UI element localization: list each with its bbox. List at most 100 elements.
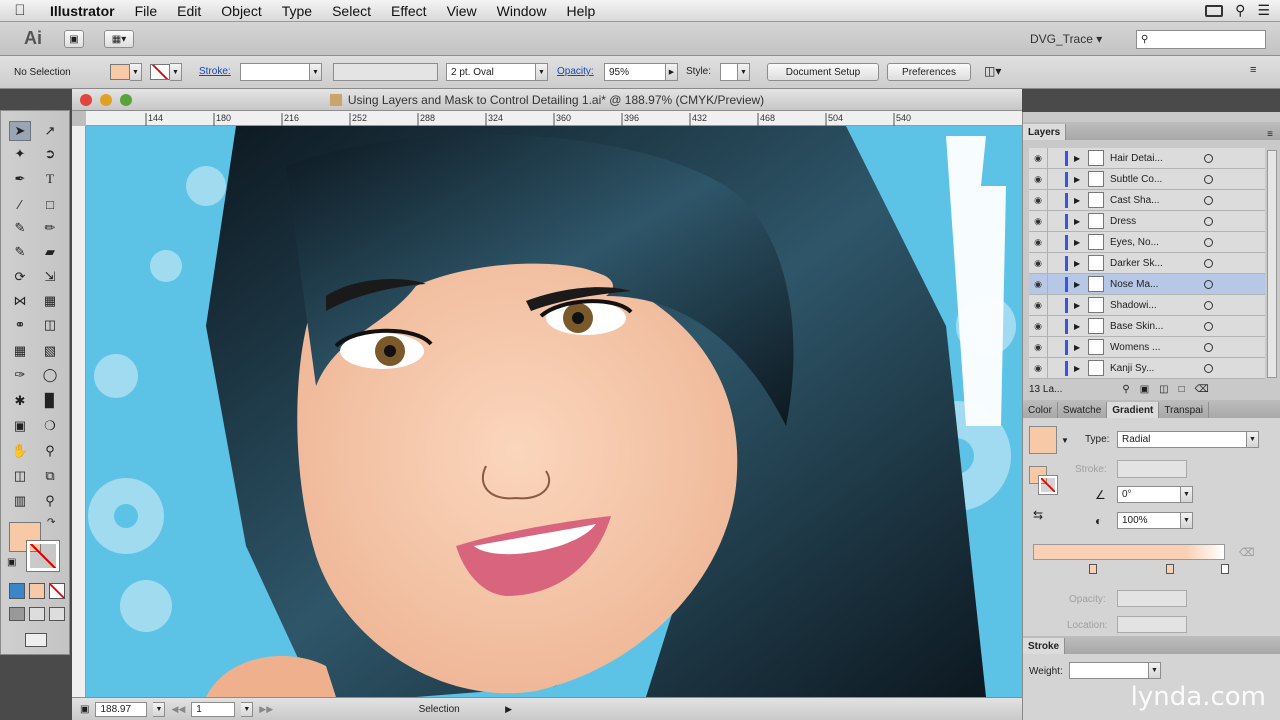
workspace-switcher[interactable]: DVG_Trace ▾: [1030, 32, 1102, 46]
mesh-tool-icon[interactable]: ▦: [9, 341, 31, 361]
stroke-dropdown[interactable]: ▼: [170, 63, 182, 81]
magic-wand-tool-icon[interactable]: ✦: [9, 144, 31, 164]
list-icon[interactable]: ☰: [1257, 2, 1270, 19]
expand-triangle-icon[interactable]: ▶: [1074, 301, 1084, 310]
gradient-stop-left[interactable]: [1089, 564, 1097, 574]
tab-stroke[interactable]: Stroke: [1023, 638, 1065, 654]
vertical-ruler[interactable]: [72, 126, 86, 697]
stroke-swatch[interactable]: [150, 64, 170, 80]
none-mode-button[interactable]: [49, 583, 65, 599]
stroke-weight-dropdown[interactable]: ▼: [310, 63, 322, 81]
stroke-color-swatch[interactable]: [27, 541, 59, 571]
symbol-sprayer-tool-icon[interactable]: ✱: [9, 391, 31, 411]
gradient-stroke-swatch[interactable]: [1039, 476, 1057, 494]
zoom-tool-icon[interactable]: ⚲: [39, 441, 61, 461]
visibility-eye-icon[interactable]: ◉: [1029, 216, 1047, 227]
panel-menu-icon[interactable]: ≡: [1250, 64, 1256, 76]
layer-row[interactable]: ◉▶Hair Detai...: [1029, 148, 1265, 169]
layer-name[interactable]: Hair Detai...: [1110, 153, 1198, 164]
gradient-stop-right[interactable]: [1221, 564, 1229, 574]
stroke-label[interactable]: Stroke:: [199, 66, 231, 77]
direct-selection-tool-icon[interactable]: ↗: [39, 121, 61, 141]
layer-target-icon[interactable]: [1204, 238, 1213, 247]
menu-object[interactable]: Object: [211, 3, 271, 19]
reverse-gradient-icon[interactable]: ⇆: [1033, 508, 1043, 522]
layer-name[interactable]: Eyes, No...: [1110, 237, 1198, 248]
lock-toggle[interactable]: [1047, 274, 1065, 295]
menu-app[interactable]: Illustrator: [40, 3, 125, 19]
selection-tool-icon[interactable]: ➤: [9, 121, 31, 141]
tab-gradient[interactable]: Gradient: [1107, 402, 1159, 418]
layer-row[interactable]: ◉▶Subtle Co...: [1029, 169, 1265, 190]
type-tool-icon[interactable]: T: [39, 169, 61, 189]
artboard-canvas[interactable]: [86, 126, 1022, 697]
apple-icon[interactable]: : [0, 2, 40, 19]
pen-tool-icon[interactable]: ✒: [9, 169, 31, 189]
screen-mode-icon[interactable]: [25, 633, 47, 647]
artboard-nav-last[interactable]: ▶▶: [259, 704, 273, 715]
gradient-type-dropdown[interactable]: ▼: [1247, 431, 1259, 448]
rotate-tool-icon[interactable]: ⟳: [9, 267, 31, 287]
transform-icon[interactable]: ◫▾: [984, 64, 1001, 78]
gradient-tool-icon[interactable]: ▧: [39, 341, 61, 361]
expand-triangle-icon[interactable]: ▶: [1074, 280, 1084, 289]
layer-name[interactable]: Nose Ma...: [1110, 279, 1198, 290]
close-button[interactable]: [80, 94, 92, 106]
expand-triangle-icon[interactable]: ▶: [1074, 364, 1084, 373]
layer-target-icon[interactable]: [1204, 175, 1213, 184]
default-colors-icon[interactable]: ▣: [7, 557, 16, 568]
zoom-button[interactable]: [120, 94, 132, 106]
brush-dropdown[interactable]: ▼: [536, 63, 548, 81]
column-graph-tool-icon[interactable]: ▉: [39, 391, 61, 411]
screen-icon[interactable]: [1205, 5, 1223, 17]
layer-target-icon[interactable]: [1204, 301, 1213, 310]
layer-target-icon[interactable]: [1204, 280, 1213, 289]
menu-file[interactable]: File: [125, 3, 168, 19]
expand-triangle-icon[interactable]: ▶: [1074, 259, 1084, 268]
help-search-input[interactable]: ⚲: [1136, 30, 1266, 49]
rectangle-tool-icon[interactable]: □: [39, 194, 61, 214]
zoom-tool-alt-icon[interactable]: ⚲: [39, 491, 61, 511]
new-sublayer-icon[interactable]: ◫: [1159, 384, 1168, 395]
lock-toggle[interactable]: [1047, 148, 1065, 169]
lock-toggle[interactable]: [1047, 211, 1065, 232]
fill-dropdown[interactable]: ▼: [130, 63, 142, 81]
menu-view[interactable]: View: [437, 3, 487, 19]
shape-builder-tool-icon[interactable]: ⚭: [9, 315, 31, 335]
line-tool-icon[interactable]: ∕: [9, 194, 31, 214]
draw-behind-icon[interactable]: [29, 607, 45, 621]
menu-select[interactable]: Select: [322, 3, 381, 19]
lock-toggle[interactable]: [1047, 169, 1065, 190]
gradient-mode-button[interactable]: [29, 583, 45, 599]
draw-normal-icon[interactable]: [9, 607, 25, 621]
layer-name[interactable]: Subtle Co...: [1110, 174, 1198, 185]
stop-opacity-field[interactable]: [1117, 590, 1187, 607]
layer-name[interactable]: Cast Sha...: [1110, 195, 1198, 206]
blend-tool-icon[interactable]: ◯: [39, 365, 61, 385]
layer-row[interactable]: ◉ ▶ Nose Ma...: [1029, 274, 1265, 295]
visibility-eye-icon[interactable]: ◉: [1029, 279, 1047, 290]
free-transform-tool-icon[interactable]: ▦: [39, 291, 61, 311]
paintbrush-tool-icon[interactable]: ✎: [9, 218, 31, 238]
expand-triangle-icon[interactable]: ▶: [1074, 238, 1084, 247]
layer-name[interactable]: Dress: [1110, 216, 1198, 227]
perspective-grid-tool-icon[interactable]: ◫: [39, 315, 61, 335]
layer-target-icon[interactable]: [1204, 364, 1213, 373]
menu-help[interactable]: Help: [556, 3, 605, 19]
brush-definition[interactable]: 2 pt. Oval: [446, 63, 536, 81]
draw-inside-icon[interactable]: [49, 607, 65, 621]
visibility-eye-icon[interactable]: ◉: [1029, 195, 1047, 206]
visibility-eye-icon[interactable]: ◉: [1029, 321, 1047, 332]
arrange-documents-button[interactable]: ▦▾: [104, 30, 134, 48]
gradient-stop-middle[interactable]: [1166, 564, 1174, 574]
layer-name[interactable]: Shadowi...: [1110, 300, 1198, 311]
status-menu-icon[interactable]: ▶: [505, 704, 512, 715]
tab-layers[interactable]: Layers: [1023, 124, 1066, 140]
layer-row[interactable]: ◉▶Eyes, No...: [1029, 232, 1265, 253]
lock-toggle[interactable]: [1047, 295, 1065, 316]
slice-tool-icon[interactable]: ❍: [39, 416, 61, 436]
graphic-style-swatch[interactable]: [720, 63, 738, 81]
opacity-dropdown[interactable]: ▶: [666, 63, 678, 81]
lock-toggle[interactable]: [1047, 316, 1065, 337]
layer-name[interactable]: Kanji Sy...: [1110, 363, 1198, 374]
